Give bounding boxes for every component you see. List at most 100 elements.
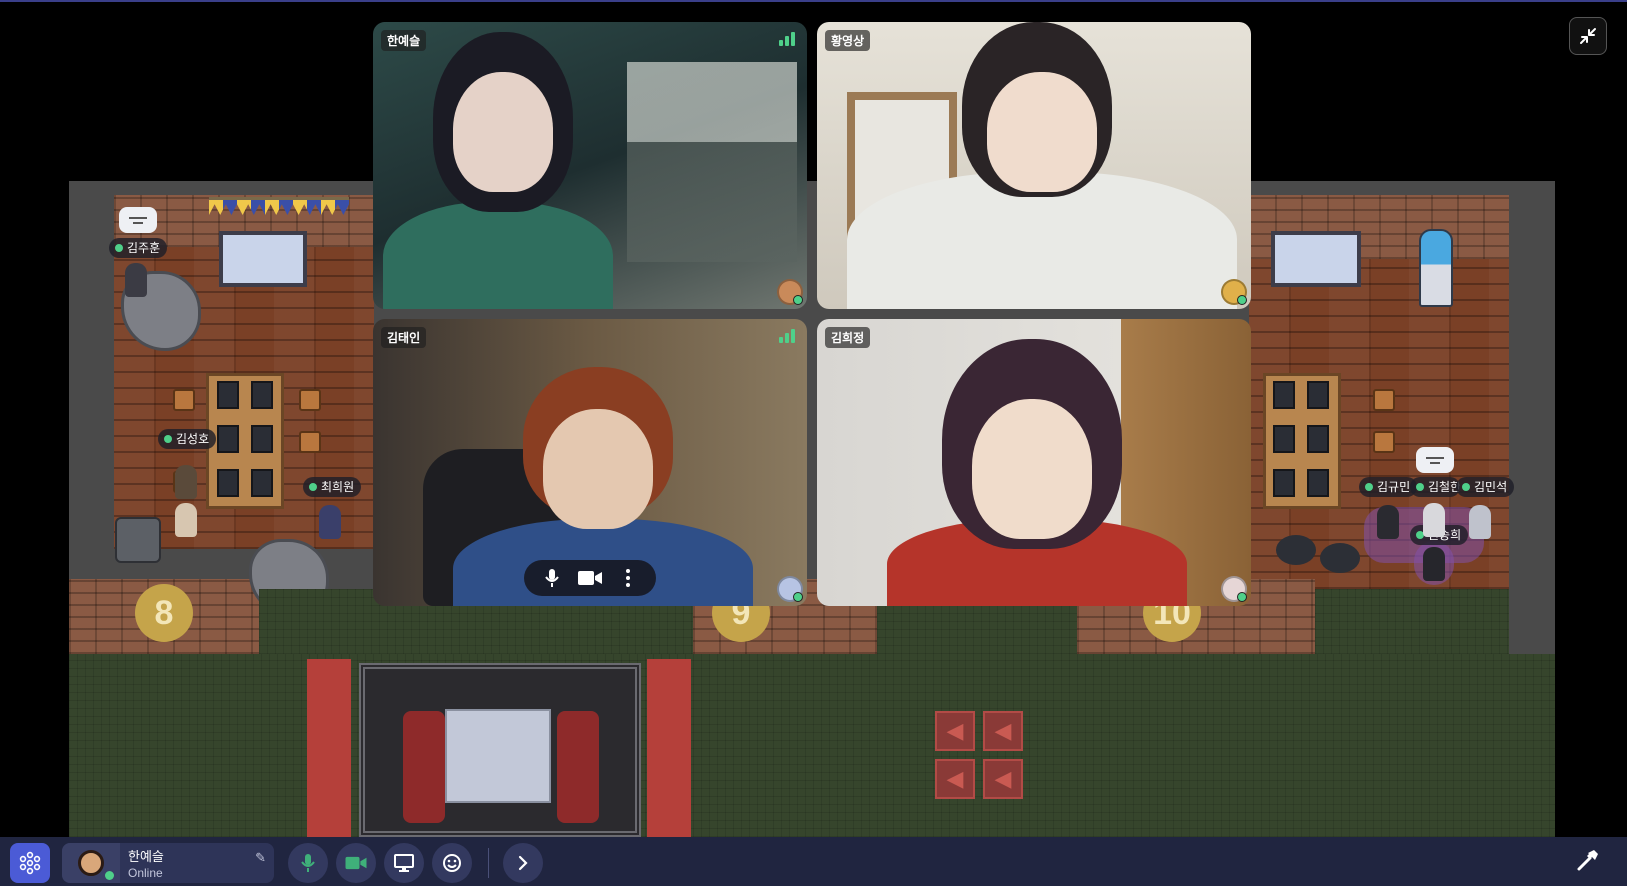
participant-avatar: [777, 576, 803, 602]
emoji-reaction-button[interactable]: [432, 842, 472, 883]
megaphone-icon: ◀: [983, 759, 1023, 799]
user-name: 한예슬: [128, 848, 164, 864]
computer: [1307, 469, 1329, 497]
chair: [1373, 389, 1395, 411]
chevron-right-icon: [518, 855, 528, 870]
game-map[interactable]: 8 김주훈 김성호 최희원 9 10 김규민 김철한 김민석 원송희 ◀ ◀ ◀…: [69, 181, 1555, 837]
red-carpet-right: [647, 659, 691, 837]
video-tile[interactable]: 김태인: [373, 319, 807, 606]
participant-name: 황영상: [825, 30, 871, 51]
screen-share-button[interactable]: [384, 842, 424, 883]
beanbag: [1320, 543, 1360, 573]
chair: [299, 431, 321, 453]
person-face: [453, 72, 553, 192]
person-face: [543, 409, 653, 529]
player-avatar[interactable]: [1423, 547, 1445, 581]
video-tile[interactable]: 김희정: [817, 319, 1251, 606]
chair: [1373, 431, 1395, 453]
camera-icon: [345, 856, 367, 869]
computer: [1273, 381, 1295, 409]
computer: [1273, 469, 1295, 497]
camera-icon[interactable]: [574, 564, 606, 592]
player-avatar[interactable]: [1377, 505, 1399, 539]
gather-logo-icon: [19, 851, 41, 874]
person-face: [987, 72, 1097, 192]
camera-toggle-button[interactable]: [336, 842, 376, 883]
microphone-toggle-button[interactable]: [288, 842, 328, 883]
gather-town-window: 8 김주훈 김성호 최희원 9 10 김규민 김철한 김민석 원송희 ◀ ◀ ◀…: [0, 0, 1627, 886]
player-avatar[interactable]: [319, 505, 341, 539]
user-status: Online: [128, 865, 163, 880]
computer: [217, 425, 239, 453]
computer: [217, 381, 239, 409]
megaphone-icon: ◀: [983, 711, 1023, 751]
player-avatar[interactable]: [1423, 503, 1445, 537]
chat-bubble-icon: [1416, 447, 1454, 473]
toolbar-divider: [488, 847, 489, 878]
player-avatar[interactable]: [175, 503, 197, 537]
megaphone-icon: ◀: [935, 711, 975, 751]
participant-name: 김태인: [381, 327, 427, 348]
player-name-tag[interactable]: 김성호: [158, 429, 217, 449]
microphone-icon[interactable]: [536, 564, 568, 592]
build-tool-button[interactable]: [1575, 847, 1601, 878]
player-name-tag[interactable]: 최희원: [303, 477, 362, 497]
collapse-icon: [1580, 28, 1596, 44]
player-name-tag[interactable]: 김주훈: [109, 238, 168, 258]
player-name-tag[interactable]: 김규민: [1359, 477, 1418, 497]
participant-name: 한예슬: [381, 30, 427, 51]
computer: [251, 381, 273, 409]
beanbag: [1276, 535, 1316, 565]
expand-toolbar-button[interactable]: [503, 842, 543, 883]
computer: [251, 425, 273, 453]
participant-avatar: [1221, 576, 1247, 602]
chair: [299, 389, 321, 411]
video-tile-controls: [524, 560, 656, 596]
player-name-tag[interactable]: 김민석: [1456, 477, 1515, 497]
screen-share-icon: [394, 853, 414, 872]
water-cooler: [1419, 229, 1453, 307]
chat-bubble-icon: [119, 207, 157, 233]
video-tile[interactable]: 한예슬: [373, 22, 807, 309]
more-options-icon[interactable]: [612, 564, 644, 592]
bottom-toolbar: 한예슬 Online ✎: [0, 837, 1627, 886]
player-name-tag[interactable]: 김철한: [1410, 477, 1460, 497]
participant-avatar: [777, 279, 803, 305]
computer: [1307, 381, 1329, 409]
gather-logo-button[interactable]: [10, 842, 50, 883]
grass-corridor: [1315, 589, 1509, 654]
participant-name: 김희정: [825, 327, 871, 348]
computer: [1307, 425, 1329, 453]
whiteboard: [219, 231, 307, 287]
user-avatar: [62, 842, 120, 883]
person-body: [383, 202, 613, 309]
computer: [217, 469, 239, 497]
red-carpet-left: [307, 659, 351, 837]
grass-field: [69, 654, 1555, 837]
chair: [173, 389, 195, 411]
participant-avatar: [1221, 279, 1247, 305]
signal-strength-icon: [779, 329, 795, 343]
user-profile-card[interactable]: 한예슬 Online ✎: [62, 842, 274, 883]
emoji-icon: [443, 853, 461, 872]
player-avatar[interactable]: [1469, 505, 1491, 539]
red-sofa-left: [403, 711, 445, 823]
coffee-table: [445, 709, 551, 803]
person-face: [972, 399, 1092, 539]
computer: [251, 469, 273, 497]
video-tile[interactable]: 황영상: [817, 22, 1251, 309]
whiteboard: [1271, 231, 1361, 287]
room-number-8: 8: [135, 584, 193, 642]
edit-pencil-icon[interactable]: ✎: [255, 850, 266, 866]
red-sofa-right: [557, 711, 599, 823]
collapse-videos-button[interactable]: [1569, 17, 1607, 55]
player-avatar[interactable]: [125, 263, 147, 297]
raccoon-sprite: [115, 517, 161, 563]
kitchen-background: [627, 62, 797, 262]
online-indicator: [105, 870, 114, 880]
microphone-icon: [301, 853, 315, 872]
hammer-icon: [1577, 850, 1598, 871]
computer: [1273, 425, 1295, 453]
player-avatar[interactable]: [175, 465, 197, 499]
signal-strength-icon: [779, 32, 795, 46]
